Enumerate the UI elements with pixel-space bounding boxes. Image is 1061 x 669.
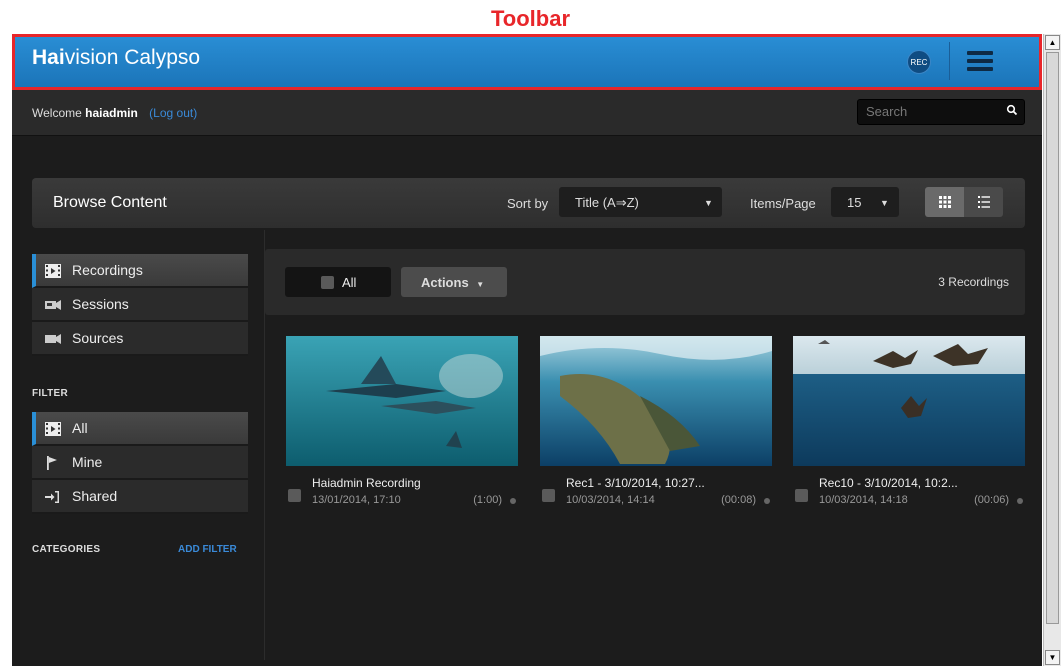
toolbar-annotation-label: Toolbar xyxy=(490,6,571,31)
film-icon xyxy=(45,264,61,278)
logout-link[interactable]: (Log out) xyxy=(149,106,197,120)
share-icon xyxy=(45,491,59,503)
video-camera-icon xyxy=(45,334,61,344)
recording-checkbox[interactable] xyxy=(542,489,555,502)
content-type-nav: Recordings Sessions Sources xyxy=(32,254,248,356)
select-all-checkbox[interactable] xyxy=(321,276,334,289)
chevron-down-icon: ▼ xyxy=(704,198,713,208)
recording-date: 10/03/2014, 14:18 xyxy=(819,494,908,506)
recording-duration: (00:06) xyxy=(974,494,1009,506)
recording-title[interactable]: Rec10 - 3/10/2014, 10:2... xyxy=(819,476,958,490)
list-view-button[interactable] xyxy=(964,187,1003,217)
sidebar-item-recordings[interactable]: Recordings xyxy=(32,254,248,288)
select-all-button[interactable]: All xyxy=(285,267,391,297)
search-icon[interactable] xyxy=(1006,104,1018,116)
sidebar-item-sources[interactable]: Sources xyxy=(32,322,248,356)
filter-section-label: FILTER xyxy=(32,388,69,399)
filter-item-mine[interactable]: Mine xyxy=(32,446,248,480)
flag-icon xyxy=(47,456,57,470)
recordings-toolbar: All Actions ▼ 3 Recordings xyxy=(265,249,1025,315)
recording-checkbox[interactable] xyxy=(795,489,808,502)
hamburger-menu-icon[interactable] xyxy=(967,51,993,71)
recording-duration: (1:00) xyxy=(473,494,502,506)
vertical-scrollbar[interactable]: ▲ ▼ xyxy=(1043,34,1061,666)
brand-logo: Haivision Calypso xyxy=(32,46,201,69)
recording-card[interactable]: Haiadmin Recording 13/01/2014, 17:10 (1:… xyxy=(286,336,518,506)
sidebar-item-sessions[interactable]: Sessions xyxy=(32,288,248,322)
recording-title[interactable]: Rec1 - 3/10/2014, 10:27... xyxy=(566,476,705,490)
view-toggle xyxy=(925,187,1003,217)
recording-thumbnail[interactable] xyxy=(540,336,772,466)
recording-thumbnail[interactable] xyxy=(286,336,518,466)
status-dot-icon xyxy=(510,498,516,504)
search-input[interactable]: Search xyxy=(857,99,1025,125)
page-title: Browse Content xyxy=(53,194,167,211)
recording-card[interactable]: Rec10 - 3/10/2014, 10:2... 10/03/2014, 1… xyxy=(793,336,1025,506)
scroll-up-arrow-icon[interactable]: ▲ xyxy=(1045,35,1060,50)
sort-by-label: Sort by xyxy=(507,196,549,211)
status-dot-icon xyxy=(1017,498,1023,504)
session-camera-icon xyxy=(45,300,61,310)
recording-title[interactable]: Haiadmin Recording xyxy=(312,476,421,490)
toolbar-divider xyxy=(949,42,950,80)
film-icon xyxy=(45,422,61,436)
scroll-down-arrow-icon[interactable]: ▼ xyxy=(1045,650,1060,665)
chevron-down-icon: ▼ xyxy=(880,198,889,208)
recording-card[interactable]: Rec1 - 3/10/2014, 10:27... 10/03/2014, 1… xyxy=(540,336,772,506)
sort-select[interactable]: Title (A⇒Z) ▼ xyxy=(559,187,722,217)
username: haiadmin xyxy=(85,106,138,120)
recording-date: 10/03/2014, 14:14 xyxy=(566,494,655,506)
filter-item-all[interactable]: All xyxy=(32,412,248,446)
filter-item-shared[interactable]: Shared xyxy=(32,480,248,514)
scrollbar-thumb[interactable] xyxy=(1046,52,1059,624)
welcome-text: Welcome haiadmin (Log out) xyxy=(32,106,198,120)
header-toolbar: Haivision Calypso REC xyxy=(12,34,1042,88)
items-per-page-label: Items/Page xyxy=(750,196,816,211)
items-per-page-select[interactable]: 15 ▼ xyxy=(831,187,899,217)
add-filter-link[interactable]: ADD FILTER xyxy=(178,544,237,555)
recording-count: 3 Recordings xyxy=(938,275,1009,289)
recording-date: 13/01/2014, 17:10 xyxy=(312,494,401,506)
recording-duration: (00:08) xyxy=(721,494,756,506)
caret-down-icon: ▼ xyxy=(476,280,485,289)
categories-section-label: CATEGORIES xyxy=(32,544,101,555)
grid-view-button[interactable] xyxy=(925,187,964,217)
browse-content-bar: Browse Content Sort by Title (A⇒Z) ▼ Ite… xyxy=(32,178,1025,228)
grid-icon xyxy=(938,196,951,208)
actions-button[interactable]: Actions ▼ xyxy=(401,267,507,297)
filter-nav: All Mine Shared xyxy=(32,412,248,514)
list-icon xyxy=(977,196,990,208)
app-window: Haivision Calypso REC Welcome haiadmin (… xyxy=(12,34,1042,666)
user-bar: Welcome haiadmin (Log out) Search xyxy=(12,90,1042,136)
status-dot-icon xyxy=(764,498,770,504)
recording-checkbox[interactable] xyxy=(288,489,301,502)
recording-thumbnail[interactable] xyxy=(793,336,1025,466)
record-button[interactable]: REC xyxy=(907,50,931,74)
